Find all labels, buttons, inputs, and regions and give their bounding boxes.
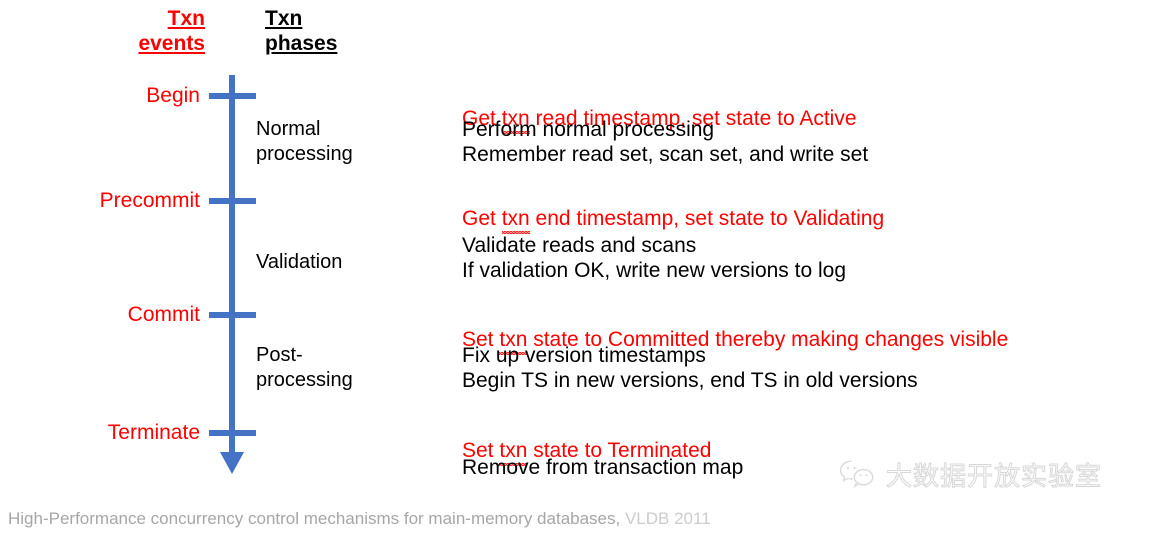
timeline-axis-line [229,75,235,458]
wechat-icon [838,458,878,495]
description-normal-processing: Perform normal processing Remember read … [462,118,869,166]
watermark-label: 大数据开放实验室 [885,461,1103,492]
tick-mark-commit [209,312,256,318]
description-precommit-action: Get txn end timestamp, set state to Vali… [462,181,885,234]
description-text-pre: Get [462,207,502,230]
tick-mark-precommit [209,198,256,204]
citation-footer: High-Performance concurrency control mec… [8,508,711,529]
phase-label-normal-processing: Normal processing [256,118,353,165]
description-validation: Validate reads and scans If validation O… [462,234,847,282]
column-header-txn-phases: Txn phases [265,7,338,55]
column-header-txn-events: Txn events [138,7,205,55]
phase-label-post-processing: Post- processing [256,344,353,391]
timeline-arrow-head-icon [220,452,244,474]
event-label-precommit: Precommit [99,189,200,212]
tick-mark-terminate [209,430,256,436]
description-post-processing: Fix up version timestamps Begin TS in ne… [462,344,918,392]
citation-venue: VLDB 2011 [624,509,711,528]
watermark: 大数据开放实验室 [838,458,1102,495]
tick-mark-begin [209,93,256,99]
misspelled-word-txn: txn [501,207,530,234]
event-label-begin: Begin [146,84,200,107]
event-label-terminate: Terminate [107,421,200,444]
event-label-commit: Commit [127,303,200,326]
slide-canvas: Txn events Txn phases Begin Precommit Co… [0,0,1155,537]
citation-title: High-Performance concurrency control mec… [8,509,621,528]
description-terminate-followup: Remove from transaction map [462,456,744,479]
phase-label-validation: Validation [256,251,343,273]
description-text-post: end timestamp, set state to Validating [529,207,885,230]
